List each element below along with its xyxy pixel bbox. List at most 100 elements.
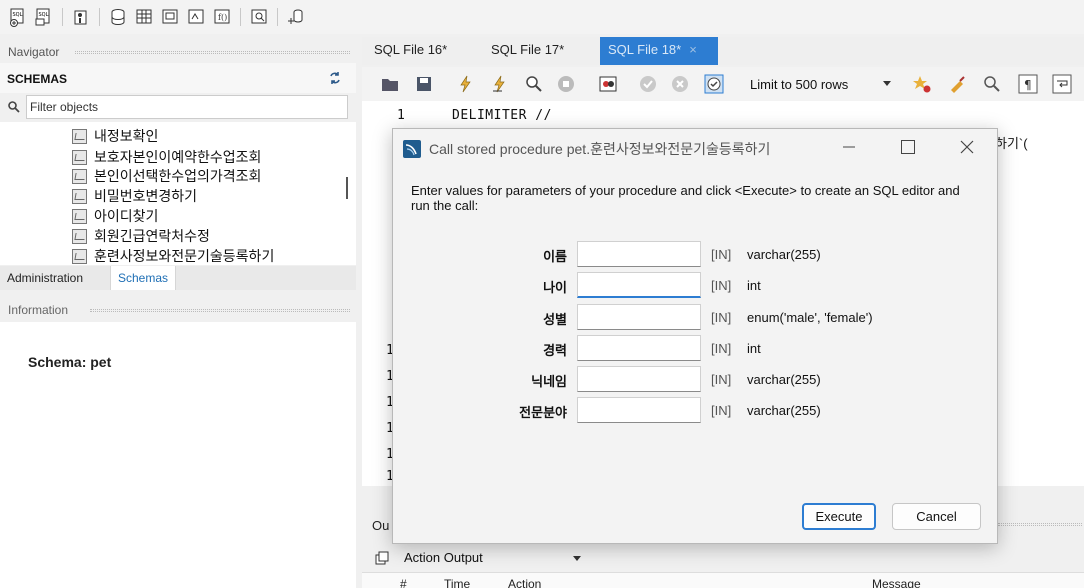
column-header[interactable]: #	[400, 577, 407, 588]
rollback-icon[interactable]	[670, 74, 690, 94]
new-sql-tab-icon[interactable]: SQL	[8, 7, 28, 27]
main-toolbar: SQL SQL f()	[0, 0, 1084, 34]
navigator-header: Navigator	[0, 43, 356, 61]
tree-item[interactable]: 본인이선택한수업의가격조회	[72, 167, 261, 185]
refresh-icon[interactable]	[328, 71, 342, 85]
navigator-title: Navigator	[8, 45, 60, 59]
inspector-icon[interactable]	[71, 7, 91, 27]
param-type: int	[747, 278, 761, 293]
param-input-이름[interactable]	[577, 241, 701, 267]
beautify-icon[interactable]	[948, 74, 968, 94]
autocommit-icon[interactable]	[704, 74, 724, 94]
code-line: DELIMITER //	[452, 108, 552, 123]
minimize-icon[interactable]	[841, 139, 857, 155]
tab-schemas[interactable]: Schemas	[110, 266, 177, 290]
tree-item[interactable]: 비밀번호변경하기	[72, 187, 197, 205]
editor-tab-bar: SQL File 16* SQL File 17* SQL File 18* ×	[362, 37, 1084, 65]
tab-sql-file-16[interactable]: SQL File 16*	[374, 37, 447, 65]
tree-scrollbar[interactable]	[338, 122, 356, 265]
save-icon[interactable]	[414, 74, 434, 94]
stored-procedure-icon	[72, 188, 87, 204]
param-name: 닉네임	[531, 374, 567, 389]
stored-procedure-icon	[72, 149, 87, 165]
search-table-data-icon[interactable]	[249, 7, 269, 27]
schemas-bar: SCHEMAS	[0, 63, 356, 93]
information-panel: Schema: pet	[0, 322, 356, 588]
search-icon	[7, 100, 21, 114]
tree-item-label: 보호자본인이예약한수업조회	[94, 149, 262, 165]
param-input-경력[interactable]	[577, 335, 701, 361]
toolbar-separator	[62, 8, 63, 26]
param-type: varchar(255)	[747, 403, 821, 418]
tree-item-label: 본인이선택한수업의가격조회	[94, 168, 262, 184]
execute-icon[interactable]	[456, 74, 476, 94]
svg-text:¶: ¶	[1024, 78, 1032, 92]
code-fragment: 하기`(	[995, 136, 1028, 151]
close-icon[interactable]: ×	[689, 42, 697, 57]
tree-item-label: 회원긴급연락처수정	[94, 228, 210, 244]
column-header[interactable]: Time	[444, 577, 470, 588]
stored-procedure-icon	[72, 208, 87, 224]
param-name: 이름	[543, 249, 567, 264]
open-folder-icon[interactable]	[380, 74, 400, 94]
param-input-전문분야[interactable]	[577, 397, 701, 423]
copy-icon[interactable]	[374, 550, 390, 566]
param-type: int	[747, 341, 761, 356]
find-icon[interactable]	[982, 74, 1002, 94]
execute-current-icon[interactable]	[490, 74, 510, 94]
tree-item[interactable]: 보호자본인이예약한수업조회	[72, 148, 261, 166]
header-divider	[998, 523, 1082, 526]
create-table-icon[interactable]	[134, 7, 154, 27]
param-name: 전문분야	[519, 405, 567, 420]
param-input-성별[interactable]	[577, 304, 701, 330]
column-header[interactable]: Message	[872, 577, 921, 588]
create-schema-icon[interactable]	[108, 7, 128, 27]
schema-label: Schema: pet	[28, 354, 112, 370]
add-snippet-icon[interactable]	[912, 74, 932, 94]
column-header[interactable]: Action	[508, 577, 541, 588]
cancel-button[interactable]: Cancel	[892, 503, 981, 530]
execute-button[interactable]: Execute	[802, 503, 876, 530]
tree-item[interactable]: 회원긴급연락처수정	[72, 227, 210, 245]
editor-toolbar: Limit to 500 rows ¶	[362, 67, 1084, 101]
open-sql-file-icon[interactable]: SQL	[34, 7, 54, 27]
tree-item[interactable]: 아이디찾기	[72, 207, 158, 225]
chevron-down-icon[interactable]	[573, 556, 581, 561]
output-table-header: # Time Action Message	[362, 572, 1084, 588]
reconnect-icon[interactable]	[286, 7, 306, 27]
create-view-icon[interactable]	[160, 7, 180, 27]
tree-item[interactable]: 내정보확인	[72, 127, 158, 145]
param-direction: [IN]	[711, 278, 732, 293]
create-function-icon[interactable]: f()	[212, 7, 232, 27]
stop-icon[interactable]	[556, 74, 576, 94]
limit-rows-select[interactable]: Limit to 500 rows	[750, 75, 848, 95]
svg-text:SQL: SQL	[39, 12, 49, 18]
tab-sql-file-17[interactable]: SQL File 17*	[491, 37, 564, 65]
param-row: 나이 [IN] int	[393, 272, 999, 298]
workbench-icon	[403, 140, 421, 158]
tab-administration[interactable]: Administration	[0, 266, 90, 290]
output-type-select[interactable]: Action Output	[404, 550, 483, 565]
toggle-continue-icon[interactable]	[598, 74, 618, 94]
maximize-icon[interactable]	[901, 140, 915, 154]
param-input-닉네임[interactable]	[577, 366, 701, 392]
stored-procedure-icon	[72, 168, 87, 184]
create-procedure-icon[interactable]	[186, 7, 206, 27]
tab-label: SQL File 18*	[608, 42, 682, 57]
chevron-down-icon[interactable]	[883, 81, 891, 86]
toolbar-separator	[277, 8, 278, 26]
tree-item[interactable]: 훈련사정보와전문기술등록하기	[72, 247, 274, 265]
filter-objects-input[interactable]: Filter objects	[26, 95, 348, 119]
close-icon[interactable]	[959, 139, 975, 155]
word-wrap-icon[interactable]	[1052, 74, 1072, 94]
commit-icon[interactable]	[638, 74, 658, 94]
toolbar-separator	[240, 8, 241, 26]
param-row: 이름 [IN] varchar(255)	[393, 241, 999, 267]
header-divider	[90, 309, 350, 312]
tab-sql-file-18[interactable]: SQL File 18* ×	[600, 37, 718, 65]
scrollbar-thumb[interactable]	[346, 177, 348, 199]
param-input-나이[interactable]	[577, 272, 701, 298]
invisible-chars-icon[interactable]: ¶	[1018, 74, 1038, 94]
explain-icon[interactable]	[524, 74, 544, 94]
schemas-title: SCHEMAS	[7, 72, 68, 86]
